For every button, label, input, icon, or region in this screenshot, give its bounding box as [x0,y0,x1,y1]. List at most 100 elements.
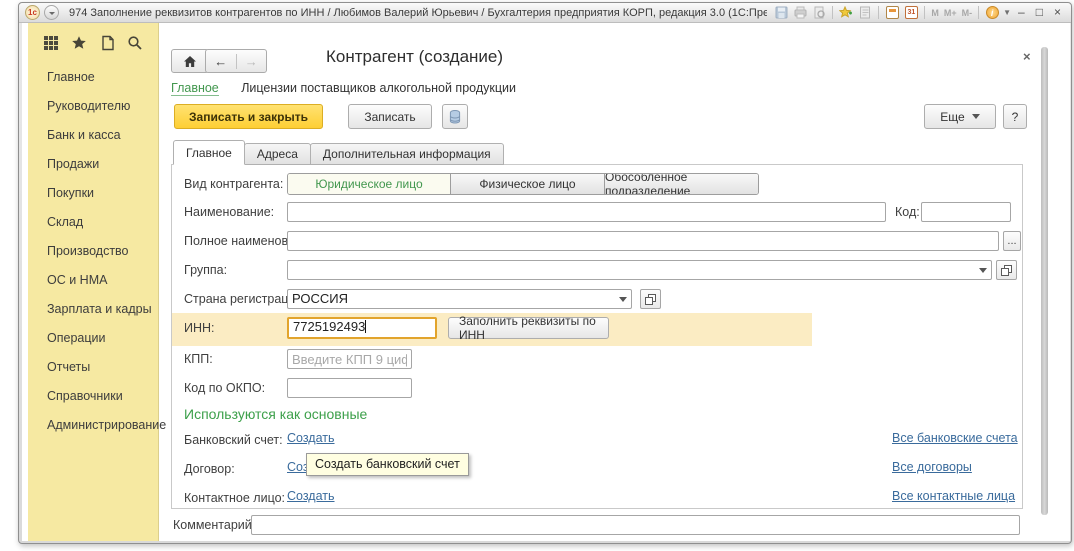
sidebar-toolbar [28,35,158,51]
tab-adresa[interactable]: Адреса [244,143,311,165]
calculator-icon[interactable] [884,5,900,20]
tab-glavnoe[interactable]: Главное [173,140,245,165]
sidebar-item-rukovoditelyu[interactable]: Руководителю [28,92,158,121]
sidebar-item-os-i-nma[interactable]: ОС и НМА [28,266,158,295]
minimize-button[interactable]: – [1014,5,1029,20]
memory-m-button[interactable]: M [930,8,940,18]
titlebar-separator [878,6,879,19]
titlebar-toolbar: 31 M M+ M- i ▼ – □ × [773,5,1065,20]
memory-m-minus-button[interactable]: M- [961,8,974,18]
form-close-icon[interactable]: × [1023,49,1031,64]
back-button[interactable]: ← [206,54,237,69]
sidebar-item-proizvodstvo[interactable]: Производство [28,237,158,266]
save-and-close-button[interactable]: Записать и закрыть [174,104,323,129]
all-bank-accounts-link[interactable]: Все банковские счета [892,431,1018,445]
history-page-icon[interactable] [857,5,873,20]
sidebar-item-pokupki[interactable]: Покупки [28,179,158,208]
calendar-icon[interactable]: 31 [903,5,919,20]
more-button[interactable]: Еще [924,104,996,129]
full-name-input[interactable] [287,231,999,251]
kind-option-separate-division[interactable]: Обособленное подразделение [605,174,758,194]
breadcrumb: Главное Лицензии поставщиков алкогольной… [171,79,516,97]
name-label: Наименование: [184,205,274,219]
title-bar: 1с 974 Заполнение реквизитов контрагенто… [19,3,1071,23]
name-input[interactable] [287,202,886,222]
code-label: Код: [895,205,920,219]
read-from-db-button[interactable] [442,104,468,129]
code-input[interactable] [921,202,1011,222]
country-open-button[interactable] [640,289,661,309]
sidebar-item-zarplata-i-kadry[interactable]: Зарплата и кадры [28,295,158,324]
titlebar-separator [978,6,979,19]
history-nav-group: ← → [205,49,267,73]
memory-m-plus-button[interactable]: M+ [943,8,958,18]
okpo-input[interactable] [287,378,412,398]
bank-account-label: Банковский счет: [184,433,283,447]
database-icon [449,110,461,124]
group-open-button[interactable] [996,260,1017,280]
favorites-star-icon[interactable] [71,35,87,51]
full-name-more-button[interactable]: ... [1003,231,1021,251]
inn-label: ИНН: [184,321,215,335]
create-bank-account-link[interactable]: Создать [287,431,335,445]
close-button[interactable]: × [1050,5,1065,20]
print-preview-icon[interactable] [811,5,827,20]
app-window: 1с 974 Заполнение реквизитов контрагенто… [18,2,1072,544]
sidebar-item-administrirovanie[interactable]: Администрирование [28,411,158,440]
form-tabs: Главное Адреса Дополнительная информация [173,140,503,165]
sidebar-item-otchety[interactable]: Отчеты [28,353,158,382]
forward-button[interactable]: → [237,54,267,69]
home-icon [183,55,197,68]
kind-segmented-control: Юридическое лицо Физическое лицо Обособл… [287,173,759,195]
info-dropdown-icon[interactable]: ▼ [1003,8,1011,17]
kind-option-legal-entity[interactable]: Юридическое лицо [288,174,451,194]
comment-input[interactable] [251,515,1020,535]
maximize-button[interactable]: □ [1032,5,1047,20]
all-contacts-link[interactable]: Все контактные лица [892,489,1015,503]
group-dropdown-icon[interactable] [975,261,991,279]
kpp-input[interactable] [287,349,412,369]
sidebar-item-sklad[interactable]: Склад [28,208,158,237]
search-icon[interactable] [127,35,143,51]
sidebar-item-spravochniki[interactable]: Справочники [28,382,158,411]
create-contact-link[interactable]: Создать [287,489,335,503]
all-contracts-link[interactable]: Все договоры [892,460,972,474]
help-button[interactable]: ? [1003,104,1027,129]
sidebar-item-operatsii[interactable]: Операции [28,324,158,353]
group-label: Группа: [184,263,227,277]
kpp-label: КПП: [184,352,213,366]
titlebar-separator [832,6,833,19]
country-dropdown-icon[interactable] [615,290,631,308]
sidebar-item-bank-i-kassa[interactable]: Банк и касса [28,121,158,150]
window-menu-button[interactable] [44,5,59,20]
save-button[interactable]: Записать [348,104,432,129]
breadcrumb-licenses-link[interactable]: Лицензии поставщиков алкогольной продукц… [241,81,516,95]
menu-grid-icon[interactable] [43,35,59,51]
print-icon[interactable] [792,5,808,20]
breadcrumb-main-link[interactable]: Главное [171,81,219,96]
window-title: 974 Заполнение реквизитов контрагентов п… [69,7,767,19]
history-icon[interactable] [100,35,115,51]
save-icon[interactable] [773,5,789,20]
okpo-label: Код по ОКПО: [184,381,265,395]
app-interior: Главное Руководителю Банк и касса Продаж… [22,23,1070,541]
home-button[interactable] [171,49,209,73]
contract-label: Договор: [184,462,235,476]
sections-sidebar: Главное Руководителю Банк и касса Продаж… [28,23,159,541]
sidebar-item-prodazhi[interactable]: Продажи [28,150,158,179]
group-combo[interactable] [287,260,992,280]
open-list-icon [645,294,656,305]
main-usage-section-header: Используются как основные [184,406,367,422]
fill-by-inn-button[interactable]: Заполнить реквизиты по ИНН [448,317,609,339]
sidebar-item-glavnoe[interactable]: Главное [28,63,158,92]
kind-option-individual[interactable]: Физическое лицо [451,174,605,194]
contact-person-label: Контактное лицо: [184,491,285,505]
text-cursor [365,320,366,333]
tab-dop-informatsiya[interactable]: Дополнительная информация [310,143,504,165]
vertical-scrollbar[interactable] [1041,47,1048,515]
add-favorite-icon[interactable] [838,5,854,20]
info-icon[interactable]: i [984,5,1000,20]
inn-input[interactable]: 7725192493 [287,317,437,339]
country-combo[interactable]: РОССИЯ [287,289,632,309]
main-tab-panel: Вид контрагента: Юридическое лицо Физиче… [171,164,1023,509]
